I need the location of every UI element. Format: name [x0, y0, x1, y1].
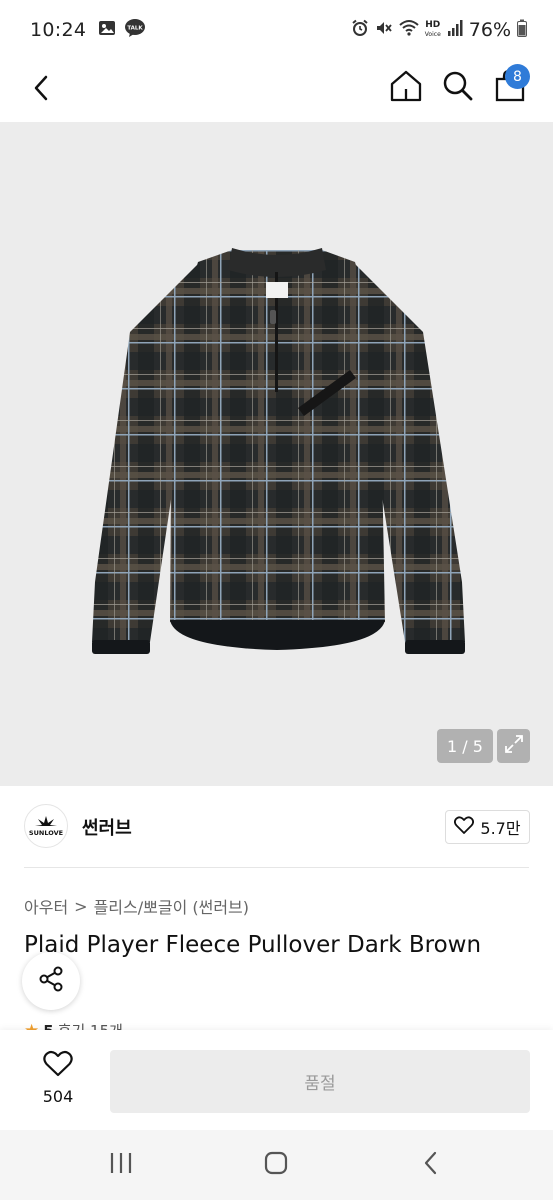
mute-icon: [375, 19, 393, 41]
home-nav-button[interactable]: [256, 1148, 296, 1182]
divider: [24, 867, 529, 868]
back-button[interactable]: [24, 68, 58, 112]
system-back-icon: [423, 1151, 439, 1179]
expand-image-button[interactable]: [497, 729, 530, 763]
heart-icon: [43, 1050, 73, 1081]
brand-logo[interactable]: SUNLOVE: [24, 804, 68, 848]
brand-like-count: 5.7만: [480, 819, 521, 838]
home-button[interactable]: [384, 66, 428, 110]
breadcrumb: 아우터 > 플리스/뽀글이 (썬러브): [24, 894, 249, 918]
system-back-button[interactable]: [411, 1148, 451, 1182]
product-title: Plaid Player Fleece Pullover Dark Brown: [24, 932, 482, 958]
share-icon: [37, 965, 65, 997]
brand-row: SUNLOVE 썬러브 5.7만: [0, 786, 553, 868]
cart-count-badge: 8: [505, 64, 530, 89]
alarm-icon: [351, 19, 369, 41]
recent-apps-icon: [109, 1152, 133, 1178]
signal-icon: [447, 19, 463, 41]
breadcrumb-subcategory[interactable]: 플리스/뽀글이 (썬러브): [94, 894, 249, 918]
wish-button[interactable]: 504: [28, 1050, 88, 1114]
battery-percent: 76%: [468, 19, 511, 41]
status-time: 10:24: [30, 19, 87, 41]
recent-apps-button[interactable]: [101, 1148, 141, 1182]
soldout-button[interactable]: 품절: [110, 1050, 530, 1113]
gallery-icon: [98, 19, 116, 41]
hd-label: HD: [425, 20, 441, 30]
brand-like-button[interactable]: 5.7만: [445, 810, 530, 844]
expand-icon: [504, 734, 524, 758]
wifi-icon: [399, 19, 419, 41]
share-button[interactable]: [22, 952, 80, 1010]
breadcrumb-category[interactable]: 아우터: [24, 894, 68, 918]
home-nav-icon: [264, 1151, 288, 1179]
brand-name[interactable]: 썬러브: [82, 814, 132, 840]
home-icon: [389, 69, 423, 107]
hd-voice-badge: HD Voice: [425, 21, 441, 39]
sunlove-logo-icon: SUNLOVE: [29, 816, 63, 837]
breadcrumb-separator: >: [74, 896, 88, 916]
talk-icon: TALK: [124, 18, 146, 42]
image-counter: 1 / 5: [437, 729, 493, 763]
action-bar: 504 품절: [0, 1030, 553, 1130]
search-button[interactable]: [436, 66, 480, 110]
product-photo: [92, 248, 465, 654]
svg-text:SUNLOVE: SUNLOVE: [29, 829, 63, 837]
back-icon: [32, 74, 50, 106]
heart-icon: [454, 816, 475, 838]
product-image[interactable]: [0, 122, 553, 786]
app-header: [0, 60, 553, 122]
wish-count: 504: [42, 1087, 74, 1106]
svg-text:TALK: TALK: [128, 26, 144, 32]
search-icon: [442, 70, 474, 106]
status-bar: 10:24 TALK HD Voice 76%: [0, 0, 553, 60]
system-nav-bar: [0, 1130, 553, 1200]
hd-sub-label: Voice: [424, 31, 441, 38]
battery-icon: [517, 19, 527, 41]
